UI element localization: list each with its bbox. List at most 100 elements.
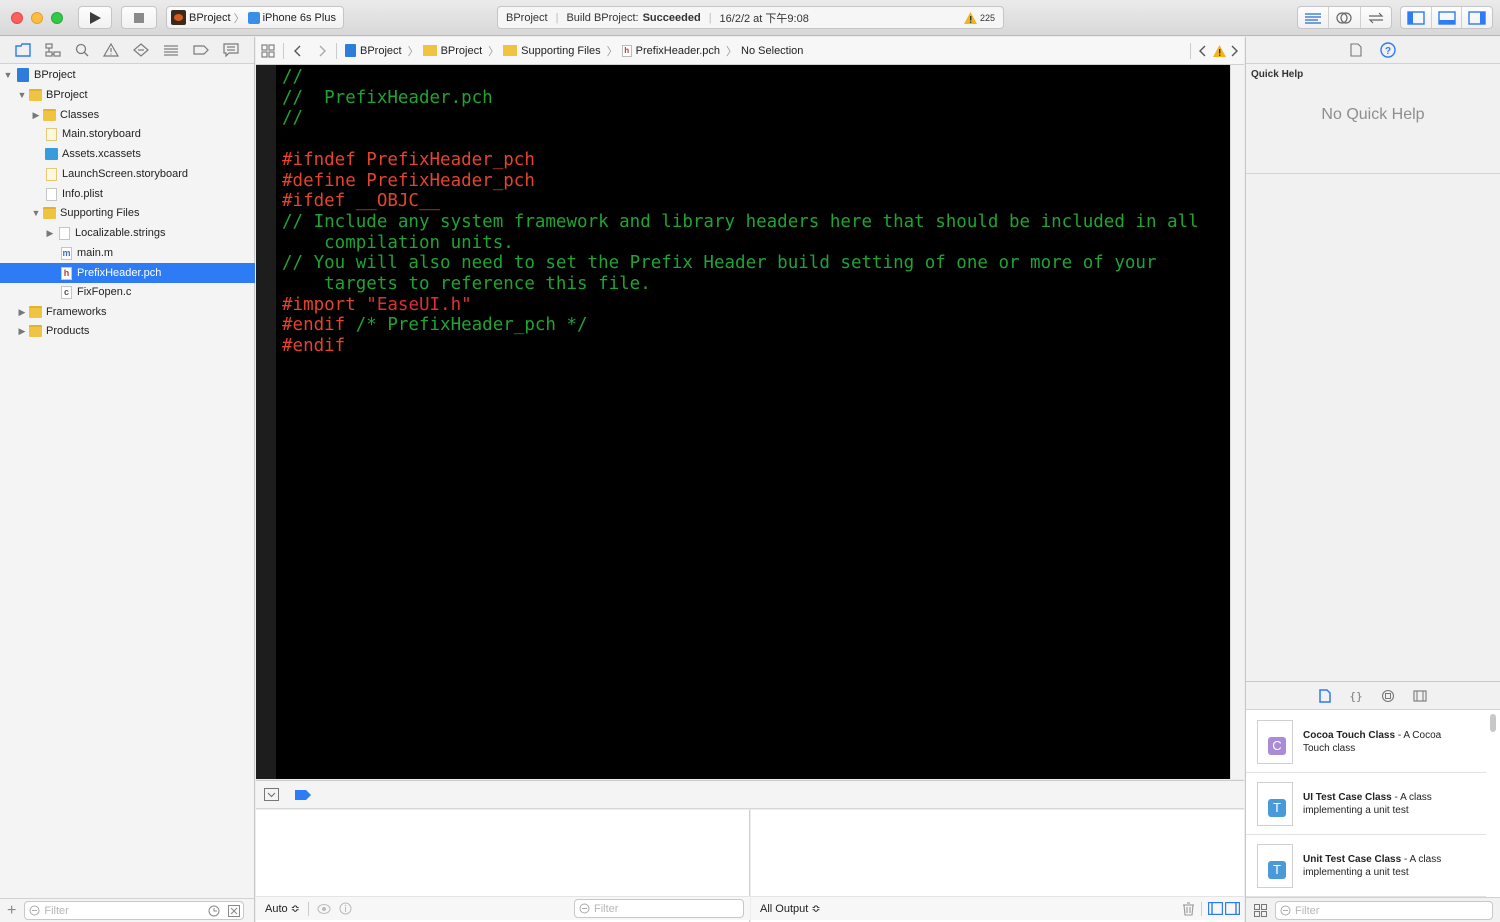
variables-filter-input[interactable]: Filter bbox=[574, 899, 744, 918]
library-filter-input[interactable]: Filter bbox=[1275, 901, 1493, 920]
file-template-library-icon[interactable] bbox=[1319, 688, 1331, 703]
debug-navigator-icon[interactable] bbox=[163, 43, 179, 57]
find-navigator-icon[interactable] bbox=[75, 43, 89, 57]
disclosure-closed-icon[interactable]: ▶ bbox=[31, 110, 41, 121]
tree-item-label: main.m bbox=[77, 247, 114, 259]
tree-item-supporting-files[interactable]: ▼ Supporting Files bbox=[0, 203, 255, 223]
project-navigator-icon[interactable] bbox=[15, 43, 31, 57]
folder-icon bbox=[29, 89, 42, 101]
source-editor[interactable]: //// PrefixHeader.pch// #ifndef PrefixHe… bbox=[276, 65, 1230, 779]
standard-editor-button[interactable] bbox=[1298, 7, 1330, 28]
split-view-left-icon[interactable] bbox=[1208, 902, 1223, 915]
disclosure-closed-icon[interactable]: ▶ bbox=[17, 307, 27, 318]
tree-item-group-bproject[interactable]: ▼ BProject bbox=[0, 85, 255, 105]
related-items-icon[interactable] bbox=[261, 43, 275, 58]
tree-item-info-plist[interactable]: Info.plist bbox=[0, 184, 255, 204]
tree-item-classes[interactable]: ▶ Classes bbox=[0, 105, 255, 125]
tree-item-assets[interactable]: Assets.xcassets bbox=[0, 144, 255, 164]
library-scrollbar-thumb[interactable] bbox=[1490, 714, 1496, 732]
navigator-filter-input[interactable]: Filter bbox=[24, 901, 245, 920]
media-library-icon[interactable] bbox=[1413, 689, 1427, 703]
back-arrow-icon[interactable] bbox=[292, 44, 302, 58]
disclosure-closed-icon[interactable]: ▶ bbox=[45, 228, 55, 239]
disclosure-closed-icon[interactable]: ▶ bbox=[17, 326, 27, 337]
code-line: #endif bbox=[282, 336, 346, 357]
symbol-navigator-icon[interactable] bbox=[45, 43, 61, 57]
header-file-icon: h bbox=[61, 266, 72, 280]
next-issue-icon[interactable] bbox=[1230, 44, 1240, 58]
output-selector[interactable]: All Output ≎ bbox=[760, 902, 821, 915]
info-icon[interactable] bbox=[339, 902, 352, 915]
hide-debug-area-icon[interactable] bbox=[264, 788, 279, 801]
debug-toggle-button[interactable] bbox=[1432, 7, 1463, 28]
crumb-label: BProject bbox=[440, 44, 483, 57]
version-editor-icon bbox=[1368, 12, 1384, 23]
previous-issue-icon[interactable] bbox=[1197, 44, 1207, 58]
code-line: #ifndef PrefixHeader_pch bbox=[282, 149, 535, 170]
tree-item-main-storyboard[interactable]: Main.storyboard bbox=[0, 124, 255, 144]
tree-item-label: FixFopen.c bbox=[77, 286, 132, 298]
crumb-symbol[interactable]: No Selection bbox=[741, 45, 803, 57]
activity-viewer: BProject | Build BProject: Succeeded | 1… bbox=[497, 6, 1004, 29]
disclosure-open-icon[interactable]: ▼ bbox=[3, 70, 13, 80]
template-file-icon: C bbox=[1257, 719, 1293, 764]
scheme-selector[interactable]: BProject 〉 iPhone 6s Plus bbox=[166, 6, 344, 29]
crumb-supporting-files[interactable]: Supporting Files 〉 bbox=[503, 43, 618, 59]
breakpoint-navigator-icon[interactable] bbox=[193, 43, 209, 57]
run-button[interactable] bbox=[78, 6, 112, 29]
navigator-toggle-button[interactable] bbox=[1401, 7, 1432, 28]
file-inspector-icon[interactable] bbox=[1350, 43, 1362, 57]
editor-gutter[interactable] bbox=[256, 65, 276, 779]
code-snippet-library-icon[interactable]: {} bbox=[1349, 689, 1363, 703]
zoom-window-button[interactable] bbox=[51, 12, 63, 24]
navigator-toggle-icon bbox=[1407, 10, 1425, 25]
tree-item-main-m[interactable]: m main.m bbox=[0, 243, 255, 263]
tree-item-products[interactable]: ▶ Products bbox=[0, 321, 255, 341]
warning-icon[interactable] bbox=[1213, 44, 1226, 57]
crumb-project[interactable]: BProject 〉 bbox=[345, 43, 419, 59]
tree-item-label: BProject bbox=[34, 69, 76, 81]
trash-icon[interactable] bbox=[1182, 901, 1195, 916]
disclosure-open-icon[interactable]: ▼ bbox=[17, 90, 27, 100]
navigator-filter-bar: + Filter bbox=[0, 898, 254, 922]
console-view[interactable]: All Output ≎ bbox=[751, 810, 1244, 922]
add-file-icon[interactable]: + bbox=[7, 902, 16, 920]
template-ui-test-case-class[interactable]: T UI Test Case Class - A class implementi… bbox=[1246, 773, 1486, 835]
quick-help-icon[interactable]: ? bbox=[1380, 42, 1396, 58]
auto-scope-selector[interactable]: Auto ≎ bbox=[265, 902, 300, 915]
crumb-group[interactable]: BProject 〉 bbox=[422, 43, 499, 59]
test-navigator-icon[interactable] bbox=[133, 43, 149, 57]
tree-item-fixfopen[interactable]: c FixFopen.c bbox=[0, 282, 255, 302]
close-window-button[interactable] bbox=[11, 12, 23, 24]
assistant-editor-button[interactable] bbox=[1329, 7, 1361, 28]
source-control-filter-icon[interactable] bbox=[228, 904, 241, 917]
minimize-window-button[interactable] bbox=[31, 12, 43, 24]
template-cocoa-touch-class[interactable]: C Cocoa Touch Class - A Cocoa Touch class bbox=[1246, 711, 1486, 773]
template-unit-test-case-class[interactable]: T Unit Test Case Class - A class implemen… bbox=[1246, 835, 1486, 897]
disclosure-open-icon[interactable]: ▼ bbox=[31, 208, 41, 218]
stop-button[interactable] bbox=[121, 6, 157, 29]
library-filter-bar: Filter bbox=[1246, 897, 1500, 922]
version-editor-button[interactable] bbox=[1361, 7, 1391, 28]
object-library-icon[interactable] bbox=[1381, 689, 1395, 703]
tree-item-launchscreen[interactable]: LaunchScreen.storyboard bbox=[0, 164, 255, 184]
code-line: // bbox=[282, 67, 304, 87]
report-navigator-icon[interactable] bbox=[223, 43, 239, 57]
tree-item-prefixheader-selected[interactable]: h PrefixHeader.pch bbox=[0, 263, 255, 283]
crumb-file[interactable]: h PrefixHeader.pch 〉 bbox=[621, 43, 737, 59]
utilities-toggle-button[interactable] bbox=[1462, 7, 1492, 28]
editor-scrollbar[interactable] bbox=[1230, 65, 1244, 779]
warning-indicator[interactable]: 225 bbox=[963, 11, 995, 24]
view-toggle-control bbox=[1400, 6, 1493, 29]
tree-item-frameworks[interactable]: ▶ Frameworks bbox=[0, 302, 255, 322]
tree-item-localizable[interactable]: ▶ Localizable.strings bbox=[0, 223, 255, 243]
grid-view-icon[interactable] bbox=[1254, 904, 1267, 917]
forward-arrow-icon[interactable] bbox=[318, 44, 328, 58]
tree-item-project-root[interactable]: ▼ BProject bbox=[0, 65, 255, 85]
breakpoints-toggle-icon[interactable] bbox=[295, 790, 311, 800]
quick-look-icon[interactable] bbox=[317, 903, 331, 915]
activity-time: 16/2/2 at 下午9:08 bbox=[719, 12, 809, 25]
recent-files-icon[interactable] bbox=[208, 905, 220, 917]
issue-navigator-icon[interactable] bbox=[103, 43, 119, 57]
split-view-right-icon[interactable] bbox=[1225, 902, 1240, 915]
